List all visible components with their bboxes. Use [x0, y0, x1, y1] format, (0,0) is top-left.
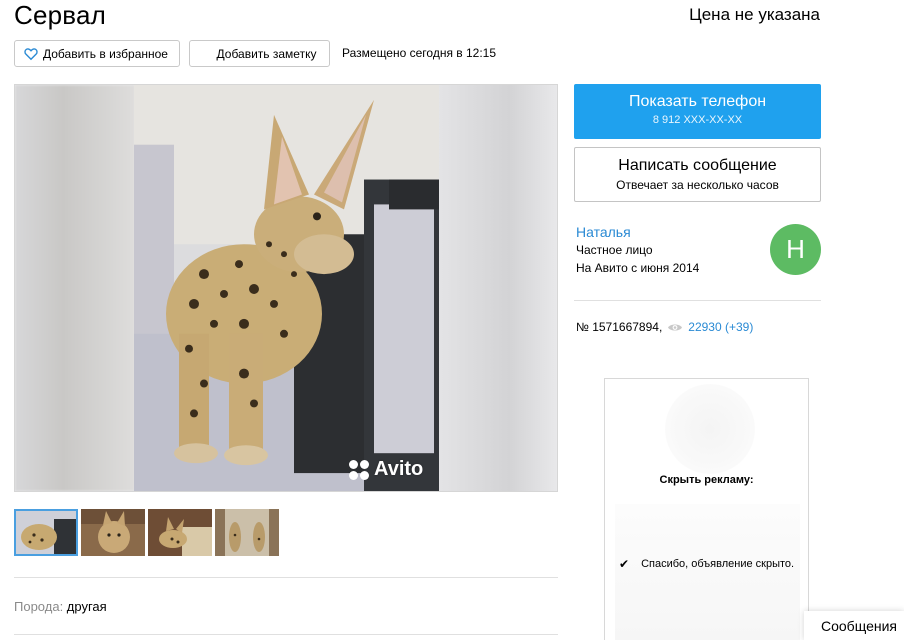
thumbnail-strip [14, 509, 282, 556]
seller-avatar[interactable]: Н [770, 224, 821, 275]
gallery-blur-right [437, 85, 557, 491]
ad-faded-image [665, 384, 755, 474]
ad-hidden-text: Спасибо, объявление скрыто. [641, 558, 795, 570]
listing-stats: № 1571667894, 22930 (+39) [576, 320, 753, 334]
heart-icon [24, 47, 38, 60]
watermark-text: Avito [374, 458, 424, 480]
seller-name-link[interactable]: Наталья [576, 224, 631, 240]
show-phone-label: Показать телефон [628, 93, 767, 110]
seller-since: На Авито с июня 2014 [576, 261, 700, 275]
gallery-blur-left [15, 85, 135, 491]
write-message-label: Написать сообщение [618, 157, 777, 174]
thumbnail-2[interactable] [81, 509, 145, 556]
breed-param: Порода: другая [14, 599, 107, 614]
add-to-favorites-button[interactable]: Добавить в избранное [14, 40, 180, 67]
breed-label: Порода: [14, 599, 67, 614]
avito-logo-icon [349, 459, 369, 480]
messages-tab[interactable]: Сообщения [804, 611, 904, 640]
thumbnail-1[interactable] [14, 509, 78, 556]
divider [14, 634, 558, 635]
photo-gallery[interactable]: Avito [14, 84, 558, 492]
listing-price: Цена не указана [689, 5, 820, 24]
posted-date: Размещено сегодня в 12:15 [342, 46, 497, 60]
ad-faded-content [615, 504, 800, 640]
main-photo[interactable] [134, 85, 439, 491]
response-time: Отвечает за несколько часов [616, 178, 779, 192]
add-note-button[interactable]: Добавить заметку [189, 40, 330, 67]
masked-phone: 8 912 XXX-XX-XX [652, 114, 743, 126]
add-to-favorites-label: Добавить в избранное [43, 46, 168, 61]
divider [574, 300, 821, 301]
ad-banner: Скрыть рекламу: ✔ Спасибо, объявление ск… [604, 378, 809, 640]
listing-title: Сервал [14, 0, 107, 30]
thumbnail-4[interactable] [215, 509, 279, 556]
breed-value: другая [66, 599, 107, 614]
hide-ad-title: Скрыть рекламу: [659, 474, 754, 486]
check-icon: ✔ [619, 557, 630, 571]
seller-type: Частное лицо [576, 243, 653, 257]
write-message-button[interactable]: Написать сообщение Отвечает за несколько… [574, 147, 821, 202]
listing-id: № 1571667894, [576, 320, 663, 334]
add-note-label: Добавить заметку [216, 46, 317, 61]
divider [14, 577, 558, 578]
ad-hidden-confirmation: ✔ Спасибо, объявление скрыто. [619, 557, 794, 571]
thumbnail-3[interactable] [148, 509, 212, 556]
eye-icon [668, 324, 683, 330]
show-phone-button[interactable]: Показать телефон 8 912 XXX-XX-XX [574, 84, 821, 139]
avito-watermark: Avito [349, 458, 423, 481]
views-count[interactable]: 22930 (+39) [688, 320, 753, 334]
